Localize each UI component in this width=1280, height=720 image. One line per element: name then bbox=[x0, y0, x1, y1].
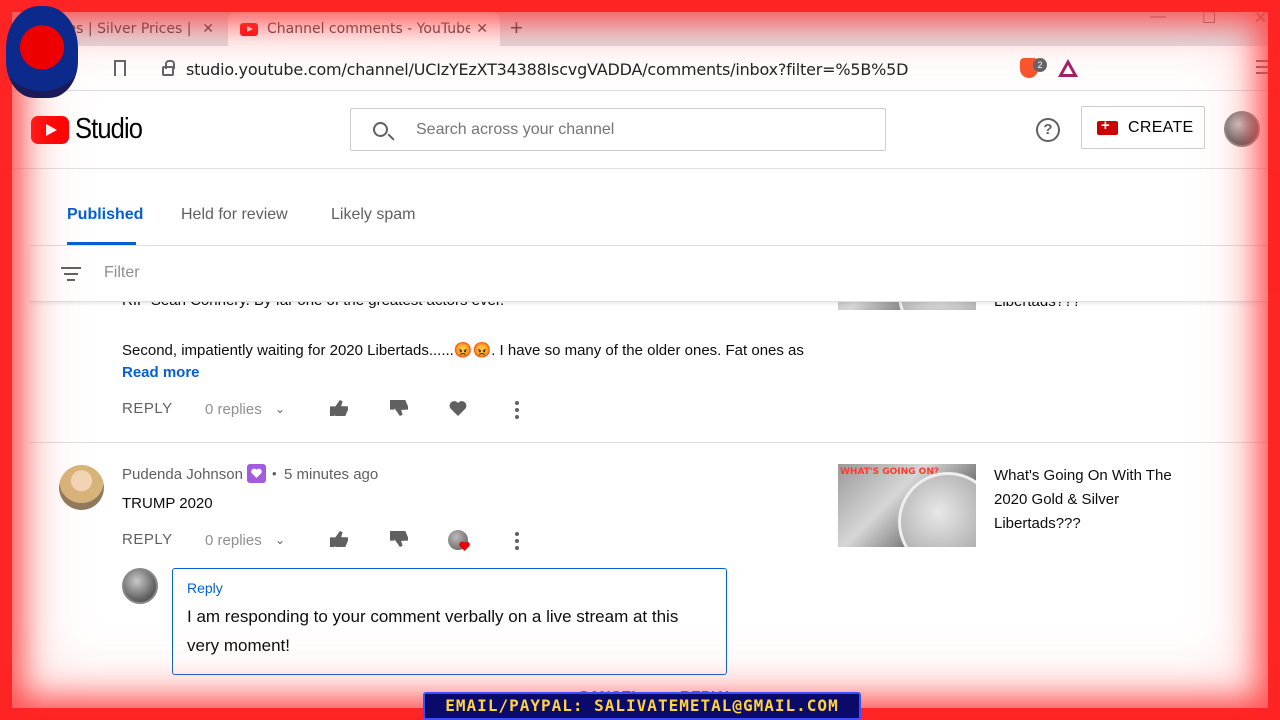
reply-field[interactable]: Reply I am responding to your comment ve… bbox=[172, 568, 727, 675]
filter-input[interactable]: Filter bbox=[104, 264, 140, 282]
screen: Prices | Silver Prices | Pla ✕ Channel c… bbox=[0, 0, 1280, 720]
new-tab-icon[interactable]: + bbox=[510, 15, 523, 41]
tab-held-for-review[interactable]: Held for review bbox=[181, 206, 288, 224]
tab-likely-spam[interactable]: Likely spam bbox=[331, 206, 415, 224]
replies-toggle[interactable]: 0 replies bbox=[205, 532, 262, 549]
coin-image bbox=[898, 472, 976, 547]
youtube-logo-icon bbox=[31, 115, 69, 144]
create-button[interactable]: CREATE bbox=[1081, 106, 1205, 149]
comment-text: TRUMP 2020 bbox=[122, 495, 213, 512]
dislike-icon[interactable] bbox=[390, 400, 408, 416]
replies-toggle[interactable]: 0 replies bbox=[205, 401, 262, 418]
create-label: CREATE bbox=[1128, 118, 1194, 136]
reply-button[interactable]: REPLY bbox=[122, 531, 173, 548]
close-icon[interactable]: ✕ bbox=[202, 21, 214, 37]
tab-channel-comments[interactable]: Channel comments - YouTube Stu ✕ bbox=[228, 12, 500, 46]
filter-icon[interactable] bbox=[61, 267, 81, 285]
heart-icon[interactable] bbox=[449, 400, 467, 416]
comment-author[interactable]: Pudenda Johnson bbox=[122, 466, 243, 483]
separator-dot: • bbox=[272, 466, 277, 481]
video-title[interactable]: What's Going On With The 2020 Gold & Sil… bbox=[994, 464, 1194, 536]
browser-toolbar: studio.youtube.com/channel/UCIzYEzXT3438… bbox=[0, 46, 1280, 91]
like-icon[interactable] bbox=[330, 531, 348, 547]
close-icon[interactable]: ✕ bbox=[476, 21, 488, 37]
reply-field-label: Reply bbox=[187, 580, 223, 596]
maximize-icon[interactable]: ☐ bbox=[1202, 8, 1216, 28]
comments-list: RIP Sean Connery. By far one of the grea… bbox=[30, 246, 1268, 720]
address-bar[interactable]: studio.youtube.com/channel/UCIzYEzXT3438… bbox=[150, 52, 1088, 86]
browser-menu-icon[interactable] bbox=[1256, 60, 1268, 76]
creator-heart-icon[interactable] bbox=[448, 530, 468, 550]
tab-title: Channel comments - YouTube Stu bbox=[267, 21, 471, 37]
avatar[interactable] bbox=[59, 465, 104, 510]
read-more-link[interactable]: Read more bbox=[122, 364, 200, 381]
help-icon[interactable]: ? bbox=[1036, 118, 1060, 142]
filter-bar[interactable]: Filter bbox=[30, 246, 1268, 302]
divider bbox=[30, 442, 1268, 443]
brave-rewards-icon[interactable] bbox=[1058, 59, 1078, 77]
browser-tabstrip: Prices | Silver Prices | Pla ✕ Channel c… bbox=[0, 0, 1280, 46]
reply-input[interactable]: I am responding to your comment verbally… bbox=[187, 602, 707, 660]
youtube-favicon-icon bbox=[240, 22, 258, 36]
channel-logo-icon bbox=[6, 6, 78, 98]
lock-icon[interactable] bbox=[162, 60, 175, 76]
video-camera-icon bbox=[1097, 117, 1118, 135]
member-badge-icon bbox=[247, 464, 266, 483]
video-thumbnail[interactable]: WHAT'S GOING ON? bbox=[838, 464, 976, 547]
comment-timestamp[interactable]: 5 minutes ago bbox=[284, 466, 378, 483]
more-actions-icon[interactable] bbox=[515, 532, 519, 553]
dislike-icon[interactable] bbox=[390, 531, 408, 547]
chevron-down-icon[interactable]: ⌄ bbox=[275, 402, 285, 416]
search-input[interactable] bbox=[416, 120, 856, 139]
url-text: studio.youtube.com/channel/UCIzYEzXT3438… bbox=[186, 59, 909, 79]
comment-tabs: Published Held for review Likely spam bbox=[30, 170, 1268, 246]
shield-count-badge: 2 bbox=[1033, 58, 1047, 72]
minimize-icon[interactable]: — bbox=[1150, 8, 1166, 26]
scrollbar[interactable] bbox=[1268, 170, 1280, 290]
studio-wordmark: Studio bbox=[75, 113, 143, 145]
active-tab-indicator bbox=[67, 242, 136, 245]
studio-header: Studio ? CREATE bbox=[0, 91, 1280, 169]
search-icon bbox=[373, 122, 388, 137]
bookmark-icon[interactable] bbox=[114, 60, 126, 76]
channel-search[interactable] bbox=[350, 108, 886, 151]
tab-published[interactable]: Published bbox=[67, 206, 143, 224]
window-close-icon[interactable]: ✕ bbox=[1254, 8, 1267, 28]
account-avatar[interactable] bbox=[1224, 111, 1260, 147]
like-icon[interactable] bbox=[330, 400, 348, 416]
contact-watermark: EMAIL/PAYPAL: SALIVATEMETAL@GMAIL.COM bbox=[423, 692, 861, 720]
avatar bbox=[122, 568, 158, 604]
thumbnail-caption: WHAT'S GOING ON? bbox=[840, 467, 940, 477]
comment-text: Second, impatiently waiting for 2020 Lib… bbox=[122, 342, 804, 359]
more-actions-icon[interactable] bbox=[515, 401, 519, 422]
chevron-down-icon[interactable]: ⌄ bbox=[275, 533, 285, 547]
studio-logo[interactable]: Studio bbox=[31, 113, 151, 146]
reply-button[interactable]: REPLY bbox=[122, 400, 173, 417]
